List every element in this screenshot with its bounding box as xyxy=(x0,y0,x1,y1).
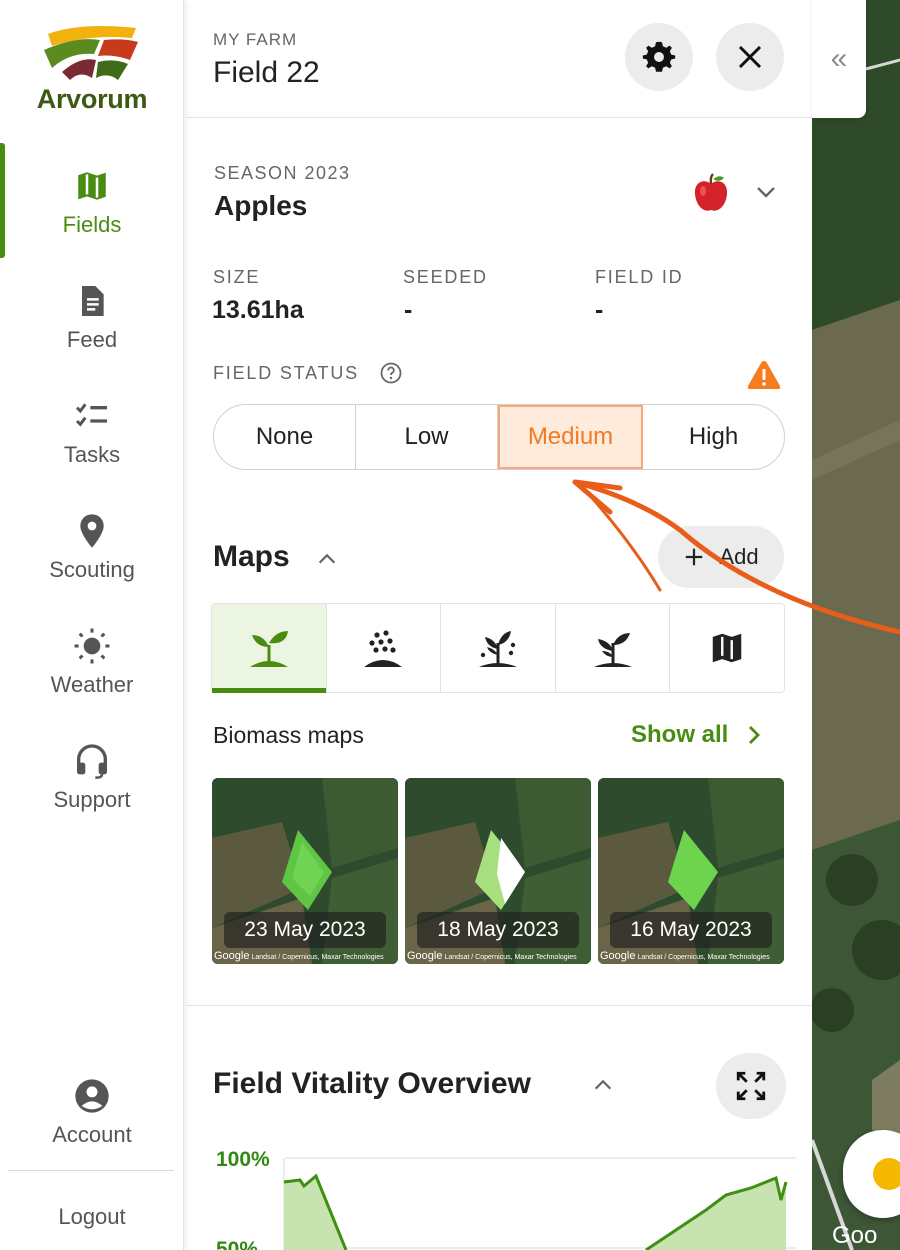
chart-y-tick-50: 50% xyxy=(216,1238,258,1250)
tab-field-map[interactable] xyxy=(670,604,784,692)
help-icon[interactable] xyxy=(379,361,403,385)
warning-icon xyxy=(747,361,781,389)
nav-item-feed[interactable]: Feed xyxy=(0,281,184,353)
status-option-none[interactable]: None xyxy=(214,405,356,469)
nav-label-weather: Weather xyxy=(50,672,134,697)
fullscreen-button[interactable] xyxy=(716,1053,786,1119)
vitality-area-right xyxy=(646,1178,786,1250)
seeded-label: SEEDED xyxy=(403,267,488,287)
status-option-low[interactable]: Low xyxy=(356,405,498,469)
nav-label-support: Support xyxy=(53,787,131,812)
season-label: SEASON 2023 xyxy=(214,163,351,183)
sun-icon xyxy=(74,628,110,664)
show-all-label: Show all xyxy=(631,721,729,748)
nav-label-account: Account xyxy=(52,1122,132,1147)
side-nav: Arvorum Fields Feed Tasks Scouting Weath… xyxy=(0,0,184,1250)
thumbnail-date: 18 May 2023 xyxy=(417,912,579,948)
tab-seeding[interactable] xyxy=(327,604,442,692)
satellite-map[interactable] xyxy=(812,0,900,1250)
biomass-thumbnail[interactable]: 16 May 2023 Google Landsat / Copernicus,… xyxy=(598,778,784,964)
thumbnail-date: 16 May 2023 xyxy=(610,912,772,948)
size-value: 13.61ha xyxy=(212,296,304,324)
chevron-right-icon xyxy=(749,726,761,744)
double-chevron-left-icon: « xyxy=(830,42,848,75)
nav-item-tasks[interactable]: Tasks xyxy=(0,396,184,468)
nav-item-weather[interactable]: Weather xyxy=(0,626,184,698)
settings-button[interactable] xyxy=(625,23,693,91)
thumbnail-date: 23 May 2023 xyxy=(224,912,386,948)
status-option-high[interactable]: High xyxy=(643,405,784,469)
map-icon xyxy=(712,633,742,663)
thumbnail-attribution: Google Landsat / Copernicus, Maxar Techn… xyxy=(214,950,384,962)
map-icon xyxy=(75,169,109,203)
size-label: SIZE xyxy=(213,267,261,287)
close-button[interactable] xyxy=(716,23,784,91)
panel-header: MY FARM Field 22 xyxy=(186,0,812,118)
map-imagery xyxy=(812,0,900,1250)
google-attribution: Goo xyxy=(832,1222,878,1249)
nav-label-tasks: Tasks xyxy=(63,442,121,467)
vitality-chart: 100% 50% xyxy=(216,1148,796,1250)
thumbnail-attribution: Google Landsat / Copernicus, Maxar Techn… xyxy=(407,950,577,962)
biomass-thumbnail[interactable]: 18 May 2023 Google Landsat / Copernicus,… xyxy=(405,778,591,964)
show-all-link[interactable]: Show all xyxy=(631,721,762,749)
apple-icon xyxy=(694,173,728,211)
brand-name: Arvorum xyxy=(36,84,148,114)
field-title: Field 22 xyxy=(213,56,320,89)
vitality-area-left xyxy=(284,1176,346,1250)
tab-yield[interactable] xyxy=(556,604,671,692)
logo-icon xyxy=(44,26,138,80)
field-id-value: - xyxy=(595,296,604,324)
expand-icon xyxy=(736,1071,766,1101)
maps-section-title: Maps xyxy=(213,540,290,573)
farm-label: MY FARM xyxy=(213,30,298,49)
brand-logo[interactable]: Arvorum xyxy=(0,20,184,115)
field-id-label: FIELD ID xyxy=(595,267,684,287)
nav-divider xyxy=(8,1170,174,1171)
gear-icon xyxy=(642,41,676,72)
seeded-value: - xyxy=(404,296,413,324)
layer-icon xyxy=(873,1158,900,1190)
nav-label-feed: Feed xyxy=(66,327,118,352)
chart-y-tick-100: 100% xyxy=(216,1148,270,1171)
chevron-up-icon[interactable] xyxy=(592,1074,614,1096)
collapse-panel-button[interactable]: « xyxy=(812,0,866,118)
sprout-icon xyxy=(249,631,288,667)
plus-icon xyxy=(686,548,703,566)
nav-label-scouting: Scouting xyxy=(49,557,135,582)
field-status-selector: None Low Medium High xyxy=(213,404,785,470)
thumbnail-attribution: Google Landsat / Copernicus, Maxar Techn… xyxy=(600,950,770,962)
nav-item-scouting[interactable]: Scouting xyxy=(0,511,184,583)
field-panel: MY FARM Field 22 SEASON 2023 Apples SIZE… xyxy=(186,0,812,1250)
add-map-button[interactable]: Add xyxy=(658,526,784,588)
location-pin-icon xyxy=(80,514,104,548)
biomass-thumbnail[interactable]: 23 May 2023 Google Landsat / Copernicus,… xyxy=(212,778,398,964)
seeds-icon xyxy=(364,630,403,667)
checklist-icon xyxy=(75,403,107,427)
logout-label: Logout xyxy=(58,1204,126,1229)
status-option-medium[interactable]: Medium xyxy=(498,405,643,469)
chevron-up-icon[interactable] xyxy=(316,548,338,570)
vitality-section-title: Field Vitality Overview xyxy=(213,1067,531,1100)
biomass-maps-label: Biomass maps xyxy=(213,722,364,748)
document-icon xyxy=(82,286,104,316)
account-icon xyxy=(75,1079,109,1113)
tab-biomass[interactable] xyxy=(212,604,327,693)
tab-growth[interactable] xyxy=(441,604,556,692)
map-type-tabs xyxy=(211,603,785,693)
chevron-down-icon[interactable] xyxy=(754,180,778,204)
section-divider xyxy=(186,1005,812,1006)
close-icon xyxy=(738,45,762,69)
nav-item-support[interactable]: Support xyxy=(0,741,184,813)
nav-item-fields[interactable]: Fields xyxy=(0,166,184,238)
headset-icon xyxy=(77,744,107,779)
logout-button[interactable]: Logout xyxy=(0,1204,184,1230)
field-status-label: FIELD STATUS xyxy=(213,363,359,383)
nav-label-fields: Fields xyxy=(62,212,122,237)
plant-icon xyxy=(593,633,632,667)
add-map-label: Add xyxy=(719,544,759,569)
plant-dots-icon xyxy=(478,631,517,667)
nav-item-account[interactable]: Account xyxy=(0,1076,184,1148)
crop-name: Apples xyxy=(214,190,308,221)
